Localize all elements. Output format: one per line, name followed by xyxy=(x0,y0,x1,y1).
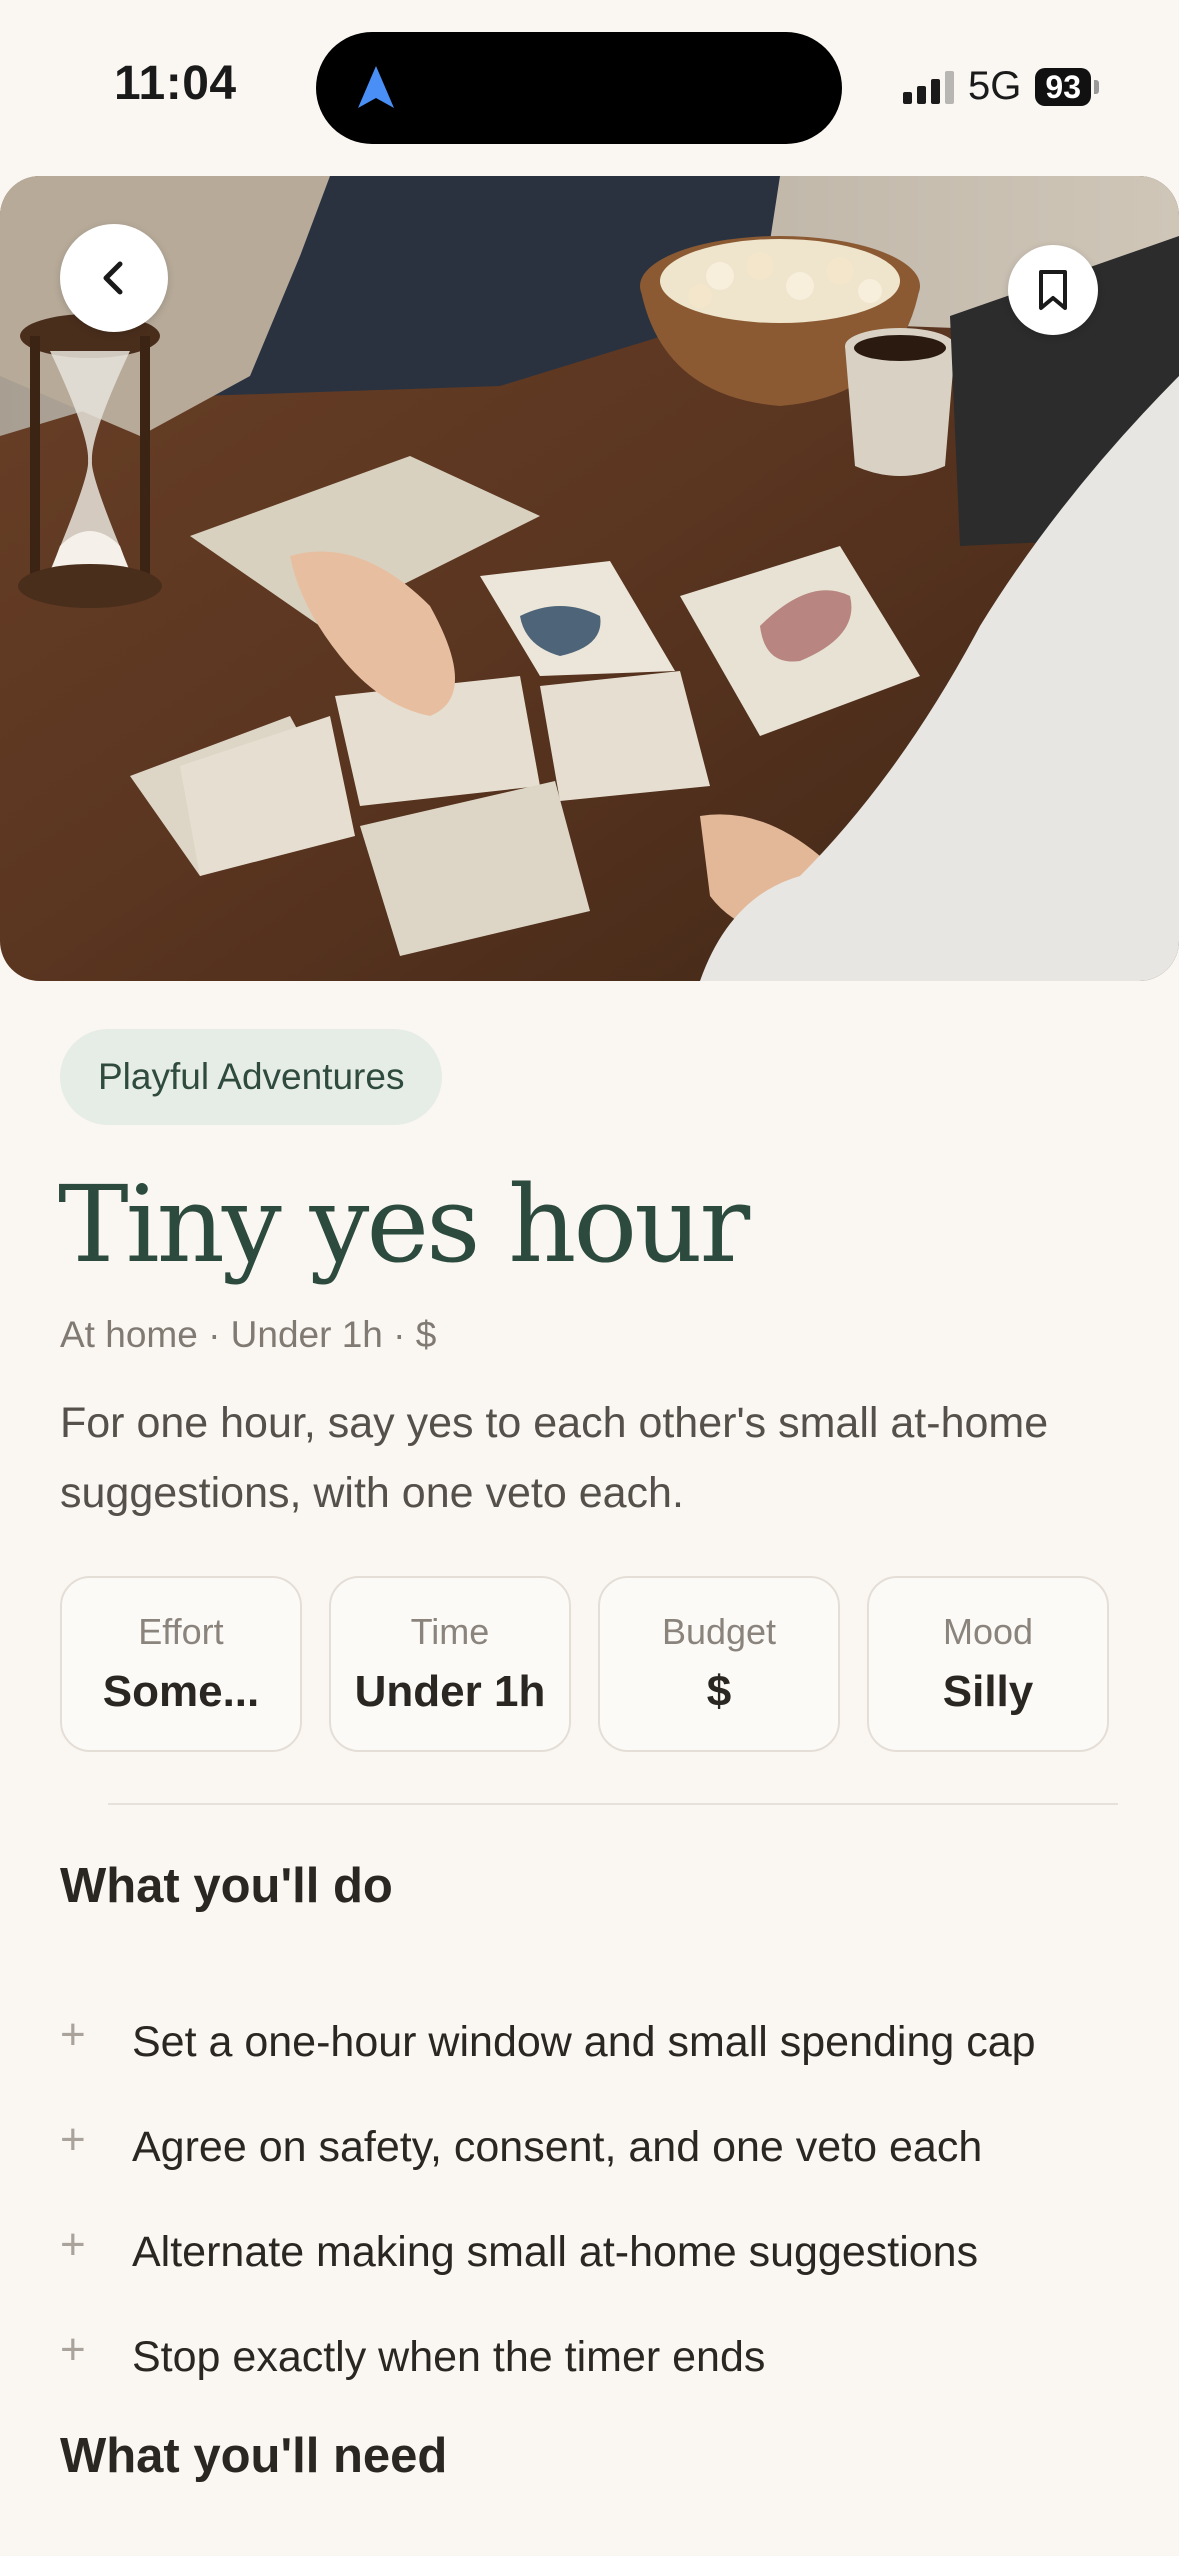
what-youll-do-heading: What you'll do xyxy=(60,1859,393,1913)
chip-label: Mood xyxy=(942,1611,1034,1652)
chip-value: Under 1h xyxy=(354,1667,546,1716)
activity-title: Tiny yes hour xyxy=(58,1163,750,1286)
network-label: 5G xyxy=(968,64,1022,108)
what-youll-need-heading: What you'll need xyxy=(60,2429,448,2483)
hourglass xyxy=(18,314,162,608)
list-item: + Set a one-hour window and small spendi… xyxy=(60,1990,1036,2095)
battery-level: 93 xyxy=(1035,67,1091,106)
hero-image xyxy=(0,176,1179,981)
chip-label: Effort xyxy=(138,1611,224,1652)
location-arrow-icon xyxy=(358,66,394,108)
plus-icon: + xyxy=(60,2114,86,2164)
attribute-chips: Effort Some... Time Under 1h Budget $ Mo… xyxy=(60,1576,1109,1752)
category-badge[interactable]: Playful Adventures xyxy=(60,1029,443,1125)
list-item: + Alternate making small at-home suggest… xyxy=(60,2200,1036,2305)
step-text: Stop exactly when the timer ends xyxy=(132,2333,766,2381)
signal-icon xyxy=(903,70,955,104)
budget-chip[interactable]: Budget $ xyxy=(598,1576,840,1752)
step-text: Agree on safety, consent, and one veto e… xyxy=(132,2123,983,2171)
chip-value: Some... xyxy=(102,1667,260,1716)
chip-value: Silly xyxy=(942,1667,1034,1716)
plus-icon: + xyxy=(60,2219,86,2269)
activity-meta: At home · Under 1h · $ xyxy=(60,1314,437,1355)
steps-list: + Set a one-hour window and small spendi… xyxy=(60,1990,1036,2410)
chip-label: Time xyxy=(410,1611,490,1652)
battery-icon: 93 xyxy=(1035,67,1099,106)
status-time: 11:04 xyxy=(114,57,237,110)
mood-chip[interactable]: Mood Silly xyxy=(867,1576,1109,1752)
activity-description: For one hour, say yes to each other's sm… xyxy=(60,1399,1049,1517)
step-text: Alternate making small at-home suggestio… xyxy=(132,2228,979,2276)
chip-label: Budget xyxy=(661,1611,777,1652)
status-indicators: 5G 93 xyxy=(903,64,1099,109)
plus-icon: + xyxy=(60,2009,86,2059)
status-bar: 11:04 5G 93 xyxy=(0,0,1179,170)
time-chip[interactable]: Time Under 1h xyxy=(329,1576,571,1752)
bookmark-button[interactable] xyxy=(1008,245,1098,335)
chevron-left-icon xyxy=(103,261,123,295)
dynamic-island xyxy=(316,32,842,144)
step-text: Set a one-hour window and small spending… xyxy=(132,2018,1036,2066)
plus-icon: + xyxy=(60,2324,86,2374)
list-item: + Agree on safety, consent, and one veto… xyxy=(60,2095,1036,2200)
section-divider xyxy=(108,1803,1118,1805)
list-item: + Stop exactly when the timer ends xyxy=(60,2305,1036,2410)
effort-chip[interactable]: Effort Some... xyxy=(60,1576,302,1752)
back-button[interactable] xyxy=(60,224,168,332)
coffee-mug xyxy=(845,328,955,476)
bookmark-icon xyxy=(1039,270,1067,310)
chip-value: $ xyxy=(706,1667,732,1716)
